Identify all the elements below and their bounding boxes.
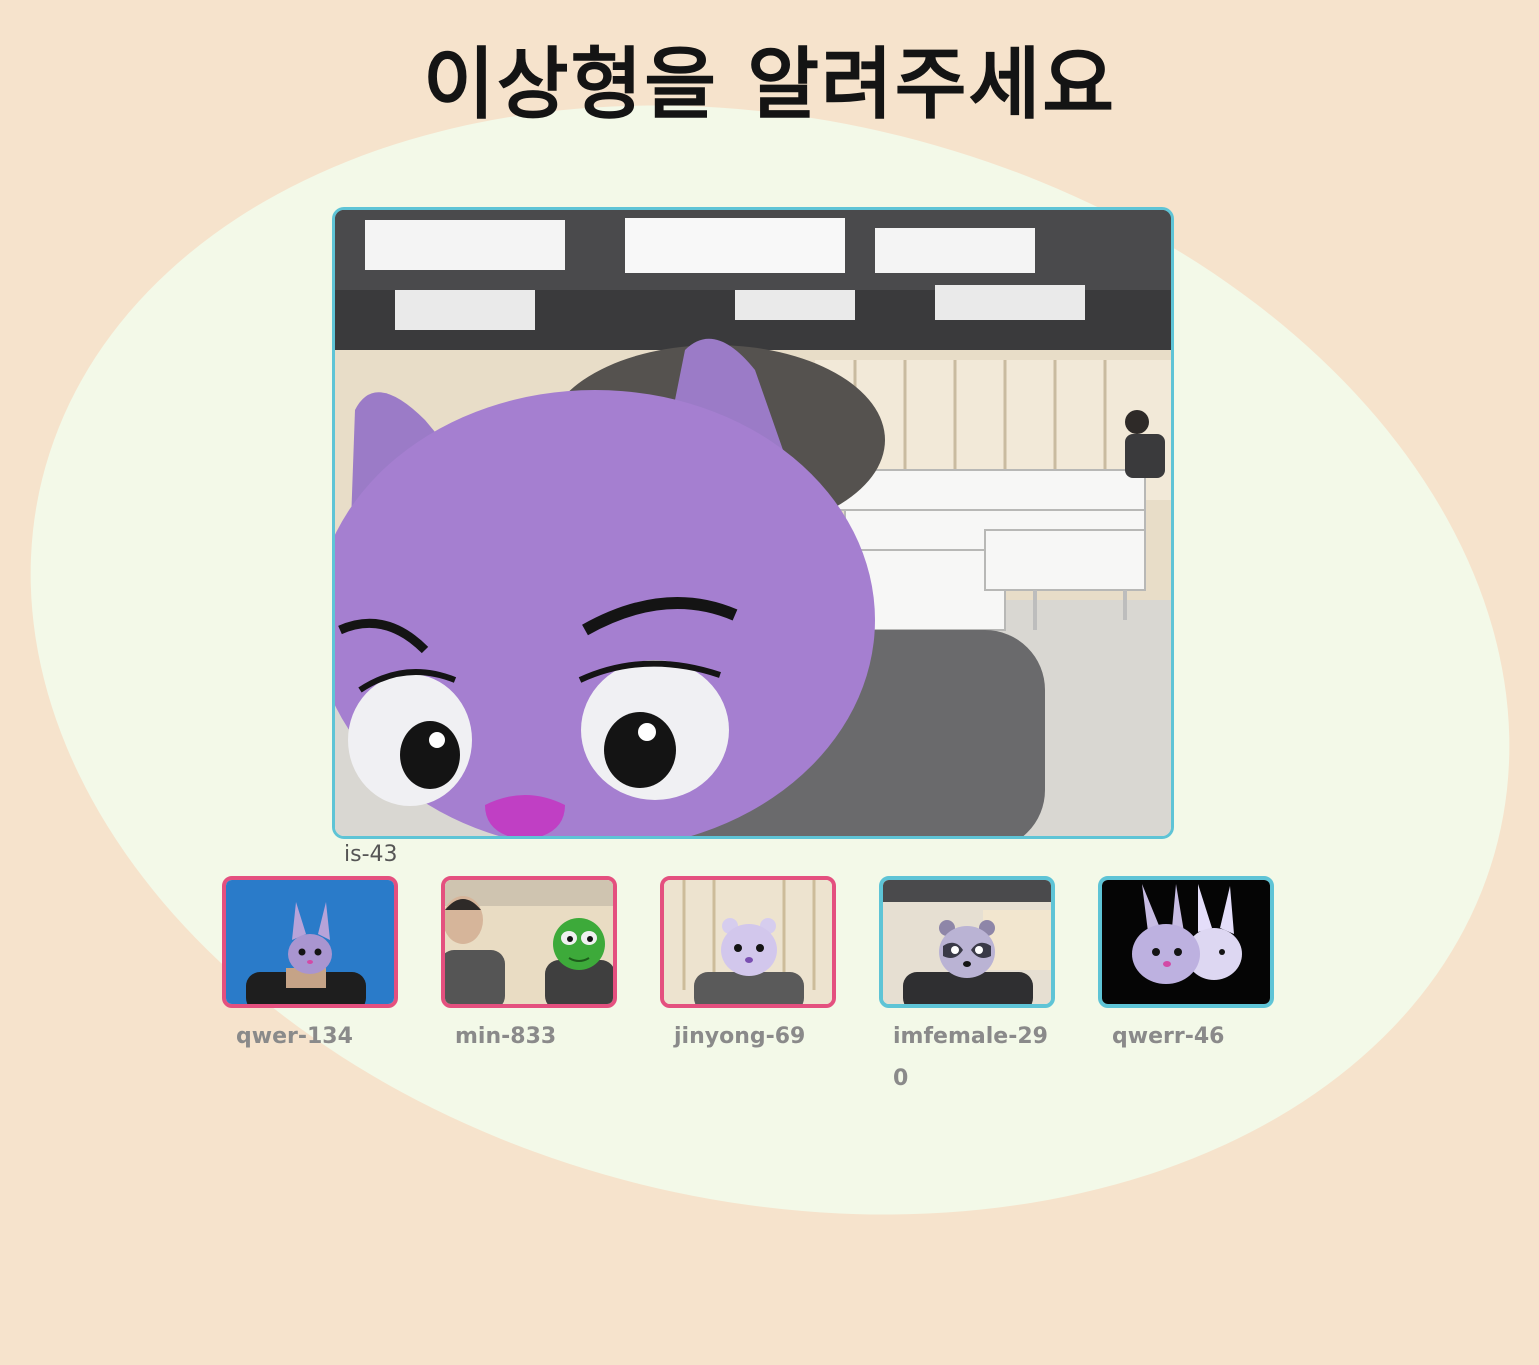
- participant-tile[interactable]: [660, 876, 836, 1008]
- green-frog-mask-icon: [553, 918, 605, 970]
- page-title: 이상형을 알려주세요: [423, 40, 1116, 130]
- participant-tile[interactable]: [879, 876, 1055, 1008]
- participant-username: qwerr-46: [1112, 1024, 1225, 1049]
- participant-username: min-833: [455, 1024, 557, 1049]
- raccoon-mask-icon: [939, 920, 995, 978]
- participant-username: jinyong-69: [674, 1024, 806, 1049]
- participant-tile[interactable]: [441, 876, 617, 1008]
- participant-username: imfemale-290: [893, 1024, 1048, 1091]
- main-video-username: is-43: [344, 842, 398, 867]
- lavender-bear-mask-icon: [721, 918, 777, 976]
- main-video-tile[interactable]: [332, 207, 1174, 839]
- participant-username: qwer-134: [236, 1024, 353, 1049]
- main-video-frame: [335, 210, 1171, 836]
- participant-tile[interactable]: [222, 876, 398, 1008]
- participant-tile[interactable]: [1098, 876, 1274, 1008]
